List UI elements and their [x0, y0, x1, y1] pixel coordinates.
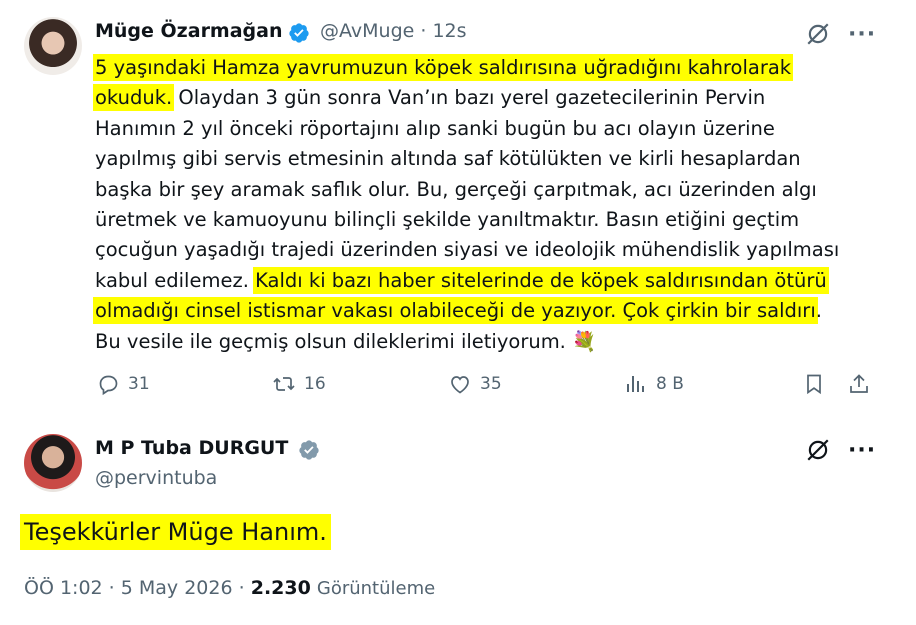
share-icon[interactable]: [847, 372, 871, 396]
reply-meta: ÖÖ 1:02 · 5 May 2026 · 2.230 Görüntüleme: [24, 577, 435, 599]
reply-views-count: 2.230: [250, 577, 311, 599]
text-segment: başka bir şey aramak saflık olur. Bu, ge…: [95, 177, 817, 201]
highlighted-text: okuduk.: [95, 86, 173, 110]
reply-text-content: Teşekkürler Müge Hanım.: [24, 518, 327, 546]
tweet-text-line: çocuğun yaşadığı trajedi üzerinden siyas…: [95, 235, 895, 265]
separator-dot: ·: [420, 20, 427, 42]
more-options-icon[interactable]: ···: [848, 24, 876, 46]
reply-date[interactable]: 5 May 2026: [121, 577, 233, 599]
author-handle[interactable]: @AvMuge: [320, 20, 414, 42]
tweet-text-line: Bu vesile ile geçmiş olsun dileklerimi i…: [95, 327, 895, 357]
text-segment: kabul edilemez.: [95, 268, 256, 292]
heart-icon: [451, 376, 469, 394]
text-segment: Olaydan 3 gün sonra Van’ın bazı yerel ga…: [172, 86, 766, 110]
reply-icon: [99, 375, 118, 396]
tweet-time[interactable]: 12s: [432, 20, 466, 42]
reply-author-handle[interactable]: @pervintuba: [95, 467, 217, 489]
separator-dot: ·: [238, 577, 245, 599]
reply-text: Teşekkürler Müge Hanım.: [24, 518, 327, 546]
verified-badge-icon: [289, 23, 309, 43]
gray-verified-badge-icon: [299, 440, 319, 460]
tweet-text-line: üretmek ve kamuoyunu bilinçli şekilde ya…: [95, 205, 895, 235]
reply-author-name[interactable]: M P Tuba DURGUT: [95, 437, 288, 459]
grok-icon[interactable]: [805, 21, 831, 47]
reply-button[interactable]: 31: [96, 370, 150, 398]
more-options-icon[interactable]: ···: [848, 440, 876, 462]
tweet-text-line: 5 yaşındaki Hamza yavrumuzun köpek saldı…: [95, 53, 895, 83]
text-segment: Hanımın 2 yıl önceki röportajını alıp sa…: [95, 116, 775, 140]
tweet-text-line: başka bir şey aramak saflık olur. Bu, ge…: [95, 175, 895, 205]
tweet-text-line: olmadığı cinsel istismar vakası olabilec…: [95, 296, 895, 326]
retweet-icon: [273, 377, 295, 391]
highlighted-text: Kaldı ki bazı haber sitelerinde de köpek…: [255, 268, 827, 292]
bookmark-icon[interactable]: [802, 372, 826, 396]
tweet-text-line: kabul edilemez. Kaldı ki bazı haber site…: [95, 266, 895, 296]
tweet-text-line: Hanımın 2 yıl önceki röportajını alıp sa…: [95, 114, 895, 144]
author-name[interactable]: Müge Özarmağan: [95, 20, 283, 42]
highlighted-text: olmadığı cinsel istismar vakası olabilec…: [95, 299, 816, 323]
author-avatar[interactable]: [24, 17, 82, 75]
grok-icon[interactable]: [805, 437, 831, 463]
views-count: 8 B: [656, 374, 684, 394]
reply-time[interactable]: ÖÖ 1:02: [24, 577, 103, 599]
retweet-button[interactable]: 16: [272, 370, 326, 398]
like-button[interactable]: 35: [448, 370, 502, 398]
tweet-text-line: okuduk. Olaydan 3 gün sonra Van’ın bazı …: [95, 83, 895, 113]
text-segment: yapılmış gibi servis etmesinin altında s…: [95, 147, 801, 171]
analytics-icon: [627, 376, 644, 392]
text-segment: Bu vesile ile geçmiş olsun dileklerimi i…: [95, 329, 597, 353]
text-segment: üretmek ve kamuoyunu bilinçli şekilde ya…: [95, 208, 800, 232]
reply-views-label: Görüntüleme: [316, 578, 436, 599]
reply-count: 31: [128, 374, 150, 394]
views-button[interactable]: 8 B: [624, 370, 684, 398]
separator-dot: ·: [108, 577, 115, 599]
text-segment: çocuğun yaşadığı trajedi üzerinden siyas…: [95, 238, 840, 262]
text-segment: .: [815, 299, 822, 323]
tweet-text: 5 yaşındaki Hamza yavrumuzun köpek saldı…: [95, 53, 895, 357]
reply-author-avatar[interactable]: [24, 434, 82, 492]
tweet-text-line: yapılmış gibi servis etmesinin altında s…: [95, 144, 895, 174]
retweet-count: 16: [304, 374, 326, 394]
highlighted-text: 5 yaşındaki Hamza yavrumuzun köpek saldı…: [95, 56, 792, 79]
like-count: 35: [480, 374, 502, 394]
tweet[interactable]: Müge Özarmağan @AvMuge · 12s ··· 5 yaşın…: [0, 0, 916, 420]
